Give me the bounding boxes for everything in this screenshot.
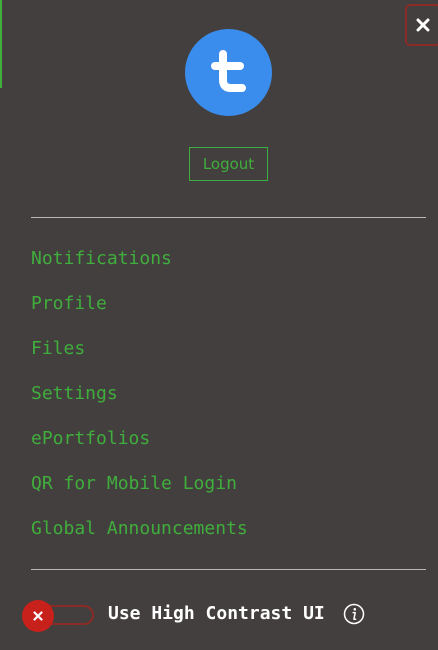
panel-left-accent — [0, 0, 2, 88]
avatar — [185, 29, 272, 116]
menu-item-files[interactable]: Files — [31, 333, 248, 378]
logout-button[interactable]: Logout — [189, 147, 268, 181]
menu-item-notifications[interactable]: Notifications — [31, 243, 248, 288]
info-icon[interactable] — [343, 603, 365, 625]
user-avatar-initial — [210, 49, 246, 92]
close-button[interactable] — [405, 4, 438, 46]
toggle-knob — [22, 600, 54, 632]
toggle-off-x-icon — [33, 611, 43, 621]
menu-item-eportfolios[interactable]: ePortfolios — [31, 423, 248, 468]
menu-item-profile[interactable]: Profile — [31, 288, 248, 333]
close-icon — [416, 18, 430, 32]
menu-item-global-announcements[interactable]: Global Announcements — [31, 513, 248, 558]
high-contrast-toggle[interactable] — [22, 600, 96, 632]
divider-bottom — [31, 569, 426, 570]
high-contrast-label: Use High Contrast UI — [108, 603, 325, 624]
menu-item-qr-mobile-login[interactable]: QR for Mobile Login — [31, 468, 248, 513]
menu-item-settings[interactable]: Settings — [31, 378, 248, 423]
divider-top — [31, 217, 426, 218]
account-menu: Notifications Profile Files Settings ePo… — [31, 243, 248, 558]
